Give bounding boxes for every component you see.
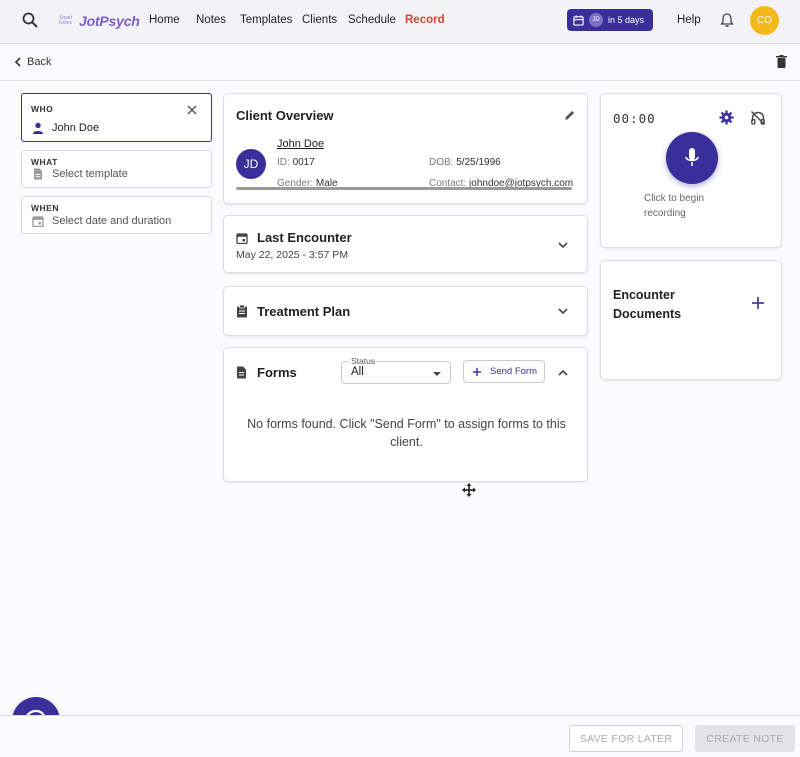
move-cursor-icon bbox=[462, 483, 476, 497]
document-icon bbox=[237, 366, 246, 379]
document-icon bbox=[34, 168, 42, 180]
edit-pencil-icon[interactable] bbox=[564, 109, 576, 121]
when-placeholder: Select date and duration bbox=[52, 215, 172, 227]
nav-home[interactable]: Home bbox=[149, 14, 180, 26]
client-dob-value: 5/25/1996 bbox=[456, 157, 501, 168]
treatment-plan-card[interactable]: Treatment Plan bbox=[223, 286, 588, 336]
person-icon bbox=[32, 122, 44, 134]
client-dob-label: DOB: bbox=[429, 157, 454, 168]
user-avatar[interactable]: CO bbox=[750, 6, 779, 35]
chevron-up-icon[interactable] bbox=[557, 367, 569, 379]
microphone-icon bbox=[685, 148, 699, 166]
horizontal-scrollbar[interactable] bbox=[236, 187, 572, 190]
nav-notes[interactable]: Notes bbox=[196, 14, 226, 26]
what-placeholder: Select template bbox=[52, 168, 128, 180]
record-hint-text: Click to begin recording bbox=[644, 193, 705, 219]
nav-clients[interactable]: Clients bbox=[302, 14, 337, 26]
when-field[interactable]: WHEN Select date and duration bbox=[21, 196, 212, 234]
chevron-down-icon[interactable] bbox=[557, 305, 569, 317]
who-label: WHO bbox=[31, 104, 54, 114]
forms-empty-message: No forms found. Click "Send Form" to ass… bbox=[247, 417, 566, 449]
dropdown-caret-icon bbox=[433, 372, 441, 376]
what-label: WHAT bbox=[31, 157, 58, 167]
status-filter-label: Status bbox=[349, 356, 378, 366]
who-field[interactable]: WHO John Doe bbox=[21, 93, 212, 142]
appointment-time-text: in 5 days bbox=[608, 15, 645, 25]
forms-title: Forms bbox=[257, 365, 297, 380]
notifications-bell-icon[interactable] bbox=[719, 12, 735, 28]
logo-text: JotPsych bbox=[79, 13, 140, 29]
last-encounter-card[interactable]: Last Encounter May 22, 2025 - 3:57 PM bbox=[223, 215, 588, 273]
plus-icon[interactable] bbox=[751, 296, 765, 310]
top-nav: Smart Notes JotPsych Home Notes Template… bbox=[0, 0, 800, 44]
gear-icon[interactable] bbox=[719, 110, 734, 125]
calendar-icon bbox=[236, 233, 248, 244]
search-icon[interactable] bbox=[21, 11, 39, 29]
close-icon[interactable] bbox=[185, 103, 199, 117]
calendar-icon bbox=[32, 216, 44, 227]
nav-help[interactable]: Help bbox=[677, 14, 701, 26]
recorder-card: 00:00 Click to begin recording bbox=[600, 93, 782, 248]
when-label: WHEN bbox=[31, 203, 59, 213]
client-name-link[interactable]: John Doe bbox=[277, 138, 324, 150]
encounter-documents-title: Encounter Documents bbox=[613, 288, 682, 321]
status-filter-value: All bbox=[351, 366, 364, 378]
clipboard-icon bbox=[237, 305, 247, 318]
nav-schedule[interactable]: Schedule bbox=[348, 14, 396, 26]
forms-card: Forms Status All Send Form No forms foun… bbox=[223, 347, 588, 482]
chevron-down-icon[interactable] bbox=[557, 239, 569, 251]
page-toolbar: Back bbox=[0, 45, 800, 81]
save-for-later-button[interactable]: SAVE FOR LATER bbox=[569, 725, 683, 752]
plus-icon bbox=[473, 367, 481, 376]
treatment-plan-title: Treatment Plan bbox=[257, 304, 351, 319]
app-logo[interactable]: Smart Notes JotPsych bbox=[59, 12, 140, 30]
calendar-icon bbox=[573, 14, 584, 26]
send-form-button[interactable]: Send Form bbox=[463, 360, 545, 383]
who-value: John Doe bbox=[52, 122, 100, 134]
client-id: ID: 0017 bbox=[277, 157, 315, 168]
client-dob: DOB: 5/25/1996 bbox=[429, 157, 501, 168]
what-field[interactable]: WHAT Select template bbox=[21, 150, 212, 188]
client-overview-title: Client Overview bbox=[236, 108, 334, 123]
client-avatar: JD bbox=[236, 149, 266, 179]
client-overview-card: Client Overview JD John Doe ID: 0017 DOB… bbox=[223, 93, 588, 204]
back-button[interactable]: Back bbox=[14, 56, 51, 68]
back-label: Back bbox=[27, 56, 52, 68]
last-encounter-date: May 22, 2025 - 3:57 PM bbox=[236, 249, 349, 261]
record-button[interactable] bbox=[666, 132, 718, 184]
headphones-off-icon[interactable] bbox=[750, 110, 766, 126]
create-note-button[interactable]: CREATE NOTE bbox=[695, 725, 795, 752]
client-id-label: ID: bbox=[277, 157, 290, 168]
status-filter-select[interactable]: Status All bbox=[341, 356, 451, 384]
send-form-label: Send Form bbox=[490, 366, 537, 377]
upcoming-appointment-badge[interactable]: JD in 5 days bbox=[567, 9, 653, 31]
client-id-value: 0017 bbox=[292, 157, 315, 168]
recording-timer: 00:00 bbox=[613, 111, 656, 126]
trash-icon[interactable] bbox=[776, 55, 787, 68]
nav-record[interactable]: Record bbox=[405, 14, 445, 26]
last-encounter-title: Last Encounter bbox=[257, 230, 352, 245]
footer-actions: SAVE FOR LATER CREATE NOTE bbox=[0, 715, 800, 757]
logo-tagline: Smart Notes bbox=[59, 15, 73, 26]
encounter-documents-card: Encounter Documents bbox=[600, 260, 782, 380]
nav-templates[interactable]: Templates bbox=[240, 14, 292, 26]
appointment-client-avatar: JD bbox=[589, 13, 603, 27]
chevron-left-icon bbox=[14, 57, 21, 67]
